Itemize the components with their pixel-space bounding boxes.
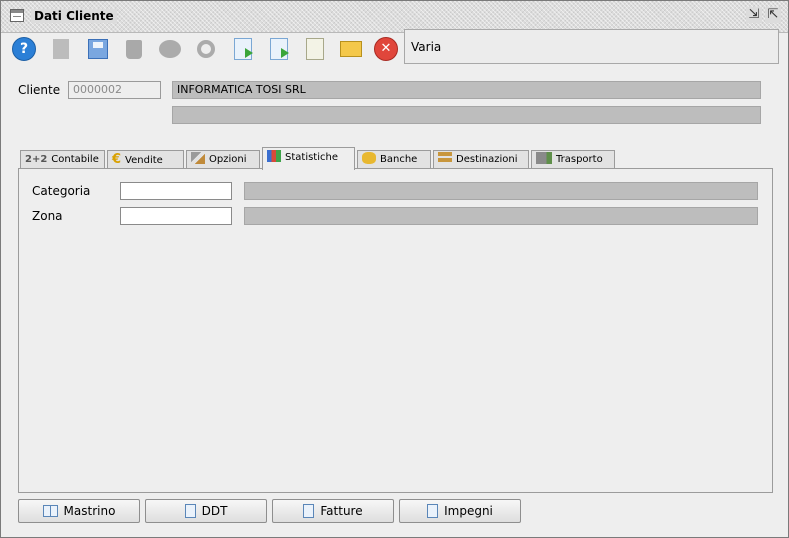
document-icon bbox=[184, 504, 196, 518]
report-icon bbox=[306, 38, 324, 60]
cliente-code-field[interactable]: 0000002 bbox=[68, 81, 161, 99]
help-icon: ? bbox=[12, 37, 36, 61]
close-button[interactable]: ✕ bbox=[372, 35, 400, 63]
new-button[interactable] bbox=[47, 35, 75, 63]
group-icon bbox=[159, 40, 181, 58]
tab-vendite[interactable]: € Vendite bbox=[107, 150, 184, 169]
zona-code-field[interactable] bbox=[120, 207, 232, 225]
mastrino-button[interactable]: Mastrino bbox=[18, 499, 140, 523]
tools-icon bbox=[191, 152, 205, 164]
zona-label: Zona bbox=[32, 209, 63, 223]
search-button[interactable] bbox=[192, 35, 220, 63]
document-icon bbox=[427, 504, 439, 518]
chart-icon bbox=[267, 150, 281, 162]
document-icon bbox=[303, 504, 315, 518]
impegni-button[interactable]: Impegni bbox=[399, 499, 521, 523]
maximize-icon[interactable]: ⇱ bbox=[765, 7, 781, 23]
tab-label: Banche bbox=[380, 154, 418, 165]
categoria-code-field[interactable] bbox=[120, 182, 232, 200]
zona-description-field bbox=[244, 207, 758, 225]
tab-label: Destinazioni bbox=[456, 154, 518, 165]
window-title: Dati Cliente bbox=[31, 9, 117, 23]
dati-cliente-window: Dati Cliente ⇲ ⇱ ? ✕ Varia Cliente 00000… bbox=[0, 0, 789, 538]
tab-label: Contabile bbox=[51, 154, 99, 165]
tab-label: Opzioni bbox=[209, 154, 247, 165]
mail-icon bbox=[340, 41, 362, 57]
fatture-label: Fatture bbox=[320, 504, 363, 518]
import-button[interactable] bbox=[229, 35, 257, 63]
impegni-label: Impegni bbox=[444, 504, 493, 518]
restore-icon[interactable]: ⇲ bbox=[746, 7, 762, 23]
tab-label: Statistiche bbox=[285, 152, 338, 163]
signpost-icon bbox=[438, 152, 452, 164]
euro-icon: € bbox=[112, 152, 122, 167]
import-icon bbox=[234, 38, 253, 60]
ddt-button[interactable]: DDT bbox=[145, 499, 267, 523]
fatture-button[interactable]: Fatture bbox=[272, 499, 394, 523]
close-icon: ✕ bbox=[374, 37, 398, 61]
tab-label: Vendite bbox=[125, 155, 163, 166]
save-icon bbox=[88, 39, 108, 59]
tab-statistiche[interactable]: Statistiche bbox=[262, 147, 355, 170]
tab-contabile[interactable]: 2+2 Contabile bbox=[20, 150, 105, 169]
mastrino-label: Mastrino bbox=[63, 504, 116, 518]
cliente-name-field: INFORMATICA TOSI SRL bbox=[172, 81, 761, 99]
help-button[interactable]: ? bbox=[10, 35, 38, 63]
toolbar-status-text: Varia bbox=[404, 29, 779, 64]
tab-destinazioni[interactable]: Destinazioni bbox=[433, 150, 529, 169]
contabile-prefix: 2+2 bbox=[25, 154, 48, 165]
save-button[interactable] bbox=[84, 35, 112, 63]
tab-banche[interactable]: Banche bbox=[357, 150, 431, 169]
ddt-label: DDT bbox=[201, 504, 228, 518]
window-icon bbox=[10, 9, 24, 22]
search-key-icon bbox=[197, 40, 215, 58]
categoria-label: Categoria bbox=[32, 184, 91, 198]
new-doc-icon bbox=[53, 39, 69, 59]
trash-icon bbox=[126, 39, 142, 59]
cliente-name2-field bbox=[172, 106, 761, 124]
categoria-description-field bbox=[244, 182, 758, 200]
export-button[interactable] bbox=[265, 35, 293, 63]
truck-icon bbox=[536, 152, 552, 164]
tab-trasporto[interactable]: Trasporto bbox=[531, 150, 615, 169]
group-button[interactable] bbox=[156, 35, 184, 63]
report-button[interactable] bbox=[301, 35, 329, 63]
cliente-label: Cliente bbox=[18, 83, 61, 97]
statistiche-panel: Categoria Zona bbox=[18, 168, 773, 493]
export-icon bbox=[270, 38, 289, 60]
tab-opzioni[interactable]: Opzioni bbox=[186, 150, 260, 169]
book-icon bbox=[42, 505, 58, 517]
delete-button[interactable] bbox=[120, 35, 148, 63]
tab-label: Trasporto bbox=[556, 154, 603, 165]
mail-button[interactable] bbox=[337, 35, 365, 63]
coins-icon bbox=[362, 152, 376, 164]
